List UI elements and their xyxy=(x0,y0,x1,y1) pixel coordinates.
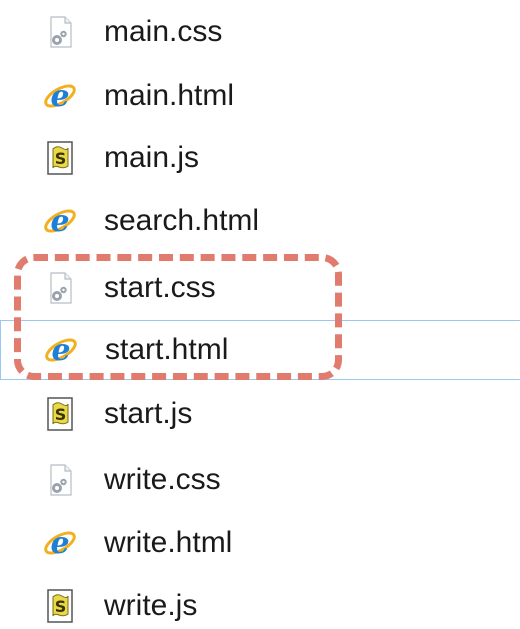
svg-text:S: S xyxy=(55,405,67,424)
file-item-write-js[interactable]: S write.js xyxy=(0,576,520,629)
file-item-main-css[interactable]: main.css xyxy=(0,2,520,62)
file-list: main.css e main.html S main.js e search.… xyxy=(0,0,520,629)
file-name: start.html xyxy=(105,333,229,366)
file-name: main.css xyxy=(104,15,223,48)
file-name: search.html xyxy=(104,204,260,237)
js-file-icon: S xyxy=(42,588,78,624)
svg-text:S: S xyxy=(55,149,67,168)
svg-text:e: e xyxy=(50,526,69,561)
svg-text:S: S xyxy=(55,597,67,616)
html-file-icon: e xyxy=(43,332,79,368)
file-name: main.js xyxy=(104,141,200,174)
css-file-icon xyxy=(42,462,78,498)
svg-text:e: e xyxy=(50,79,69,114)
css-file-icon xyxy=(42,270,78,306)
file-item-start-html[interactable]: e start.html xyxy=(0,320,520,380)
file-item-start-css[interactable]: start.css xyxy=(0,258,520,318)
file-item-write-css[interactable]: write.css xyxy=(0,450,520,510)
svg-text:e: e xyxy=(51,333,70,368)
file-name: write.js xyxy=(104,589,198,622)
file-name: main.html xyxy=(104,79,235,112)
file-name: start.js xyxy=(104,397,193,430)
css-file-icon xyxy=(42,14,78,50)
js-file-icon: S xyxy=(42,396,78,432)
svg-text:e: e xyxy=(50,204,69,239)
file-item-search-html[interactable]: e search.html xyxy=(0,191,520,251)
file-name: write.css xyxy=(104,463,221,496)
file-item-start-js[interactable]: S start.js xyxy=(0,384,520,444)
js-file-icon: S xyxy=(42,140,78,176)
file-item-main-html[interactable]: e main.html xyxy=(0,66,520,126)
html-file-icon: e xyxy=(42,525,78,561)
file-name: write.html xyxy=(104,526,233,559)
file-name: start.css xyxy=(104,271,216,304)
file-item-write-html[interactable]: e write.html xyxy=(0,513,520,573)
html-file-icon: e xyxy=(42,203,78,239)
file-item-main-js[interactable]: S main.js xyxy=(0,128,520,188)
html-file-icon: e xyxy=(42,78,78,114)
